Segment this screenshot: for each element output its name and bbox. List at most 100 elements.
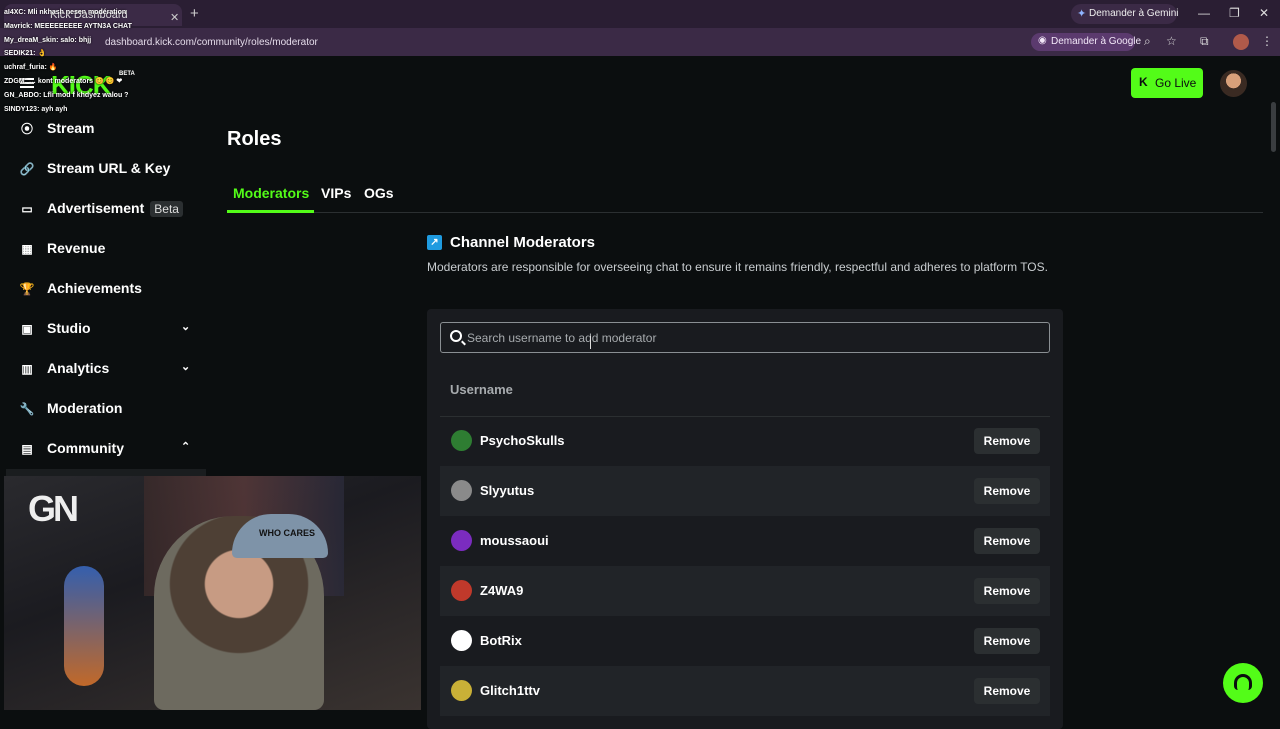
tab-vips[interactable]: VIPs [321, 185, 351, 201]
avatar [451, 430, 472, 451]
table-row: Z4WA9 Remove [440, 566, 1050, 616]
stream-overlay-chat: aI4XC: Mli nkhash nesen modération Mavri… [4, 6, 132, 116]
page-scrollbar[interactable] [1271, 102, 1276, 152]
browser-tab-bar: Kick Dashboard ✕ + ✦ Demander à Gemini —… [0, 0, 1280, 28]
tab-ogs[interactable]: OGs [364, 185, 394, 201]
sidebar-item-studio[interactable]: ▣ Studio ⌄ [19, 320, 199, 344]
moderator-username[interactable]: moussaoui [480, 533, 549, 548]
moderator-username[interactable]: Slyyutus [480, 483, 534, 498]
chevron-down-icon[interactable]: ⌄ [181, 320, 190, 333]
tab-moderators[interactable]: Moderators [233, 185, 309, 201]
sidebar-item-moderation[interactable]: 🔧 Moderation [19, 400, 123, 424]
address-url[interactable]: dashboard.kick.com/community/roles/moder… [105, 37, 318, 48]
new-tab-button[interactable]: + [190, 5, 199, 22]
avatar [451, 680, 472, 701]
close-window-icon[interactable]: ✕ [1259, 6, 1269, 20]
sidebar-item-label: Achievements [47, 280, 142, 296]
studio-icon: ▣ [21, 322, 33, 336]
search-field[interactable] [440, 322, 1050, 353]
sidebar-item-stream-url-key[interactable]: 🔗 Stream URL & Key [19, 160, 171, 184]
sidebar-item-advertisement[interactable]: ▭ Advertisement Beta [19, 200, 183, 224]
avatar [451, 630, 472, 651]
webcam-overlay: GN WHO CARES [4, 476, 421, 710]
link-icon: 🔗 [19, 162, 35, 176]
ask-google-button[interactable]: ◉ Demander à Google [1031, 33, 1141, 51]
chat-line: uchraf_furia: 🔥 [4, 64, 58, 72]
minimize-icon[interactable]: — [1198, 6, 1210, 20]
page-title: Roles [227, 128, 282, 150]
section-description: Moderators are responsible for overseein… [427, 260, 1048, 274]
extensions-icon[interactable]: ⧉ [1200, 34, 1209, 49]
webcam-cap-text: WHO CARES [259, 528, 315, 538]
moderator-username[interactable]: PsychoSkulls [480, 433, 565, 448]
chat-line: Mavrick: MEEEEEEEEE AYTN3A CHAT [4, 22, 132, 30]
wrench-icon: 🔧 [19, 402, 35, 416]
username-column-header: Username [450, 382, 513, 397]
chat-line: GN_ABDO: Lfli mod f khdyez walou ? [4, 91, 129, 99]
moderator-username[interactable]: Z4WA9 [480, 583, 523, 598]
ask-google-label: Demander à Google [1051, 36, 1142, 47]
active-tab-underline [227, 210, 314, 213]
ad-icon: ▭ [21, 202, 33, 216]
bookmark-star-icon[interactable]: ☆ [1166, 34, 1177, 48]
sidebar-item-revenue[interactable]: ▦ Revenue [19, 240, 105, 264]
browser-menu-icon[interactable]: ⋮ [1261, 34, 1273, 48]
headset-icon [1234, 674, 1252, 690]
remove-button[interactable]: Remove [974, 478, 1040, 504]
tabs-divider [227, 212, 1263, 213]
avatar [451, 580, 472, 601]
text-cursor [590, 336, 591, 349]
chat-line: SEDIK21: 👌 [4, 50, 47, 58]
remove-button[interactable]: Remove [974, 678, 1040, 704]
beta-badge: Beta [150, 201, 183, 217]
table-row: Glitch1ttv Remove [440, 666, 1050, 716]
table-row: Slyyutus Remove [440, 466, 1050, 516]
go-live-button[interactable]: K Go Live [1131, 68, 1203, 98]
sidebar-item-label: Stream URL & Key [47, 160, 171, 176]
gemini-icon: ✦ [1077, 8, 1087, 20]
stream-icon: ⦿ [20, 122, 33, 136]
remove-button[interactable]: Remove [974, 628, 1040, 654]
sidebar-item-community[interactable]: ▤ Community ⌃ [19, 440, 199, 464]
avatar [451, 480, 472, 501]
moderator-username[interactable]: BotRix [480, 633, 522, 648]
sidebar-subitem-highlight [6, 469, 206, 476]
sidebar-item-label: Community [47, 440, 124, 456]
chat-line: aI4XC: Mli nkhash nesen modération [4, 9, 127, 16]
help-chat-button[interactable] [1223, 663, 1263, 703]
chat-line: SINDY123: ayh ayh [4, 105, 68, 113]
search-icon [450, 330, 462, 342]
restore-icon[interactable]: ❐ [1229, 6, 1240, 20]
google-lens-icon: ◉ [1038, 35, 1047, 46]
sidebar-item-label: Studio [47, 320, 91, 336]
chevron-down-icon[interactable]: ⌄ [181, 360, 190, 373]
moderator-sword-icon: ↗ [427, 235, 442, 250]
user-avatar[interactable] [1220, 70, 1247, 97]
sidebar-item-label: Stream [47, 120, 95, 136]
chat-line: ZDGM: … kont moderators 😊 😊 ❤ [4, 77, 123, 85]
sidebar-item-stream[interactable]: ⦿ Stream [19, 120, 94, 144]
sidebar-item-analytics[interactable]: ▥ Analytics ⌄ [19, 360, 199, 384]
revenue-icon: ▦ [21, 242, 33, 256]
zoom-icon[interactable]: ⌕ [1144, 34, 1151, 49]
remove-button[interactable]: Remove [974, 528, 1040, 554]
remove-button[interactable]: Remove [974, 578, 1040, 604]
table-row: moussaoui Remove [440, 516, 1050, 566]
table-row: BotRix Remove [440, 616, 1050, 666]
sidebar-item-label: Moderation [47, 400, 123, 416]
avatar [451, 530, 472, 551]
table-row: PsychoSkulls Remove [440, 416, 1050, 466]
sidebar-item-label: Analytics [47, 360, 110, 376]
sidebar-item-achievements[interactable]: 🏆 Achievements [19, 280, 142, 304]
gemini-button[interactable]: ✦ Demander à Gemini [1071, 4, 1178, 24]
sidebar-item-label: Advertisement [47, 200, 145, 216]
remove-button[interactable]: Remove [974, 428, 1040, 454]
analytics-icon: ▥ [21, 362, 33, 376]
sidebar-item-label: Revenue [47, 240, 106, 256]
webcam-gn-logo: GN [28, 488, 79, 529]
moderator-username[interactable]: Glitch1ttv [480, 683, 540, 698]
browser-profile-avatar[interactable] [1233, 34, 1249, 50]
chevron-up-icon[interactable]: ⌃ [181, 440, 190, 453]
tab-close-icon[interactable]: ✕ [170, 11, 179, 24]
search-input[interactable] [467, 327, 1037, 349]
